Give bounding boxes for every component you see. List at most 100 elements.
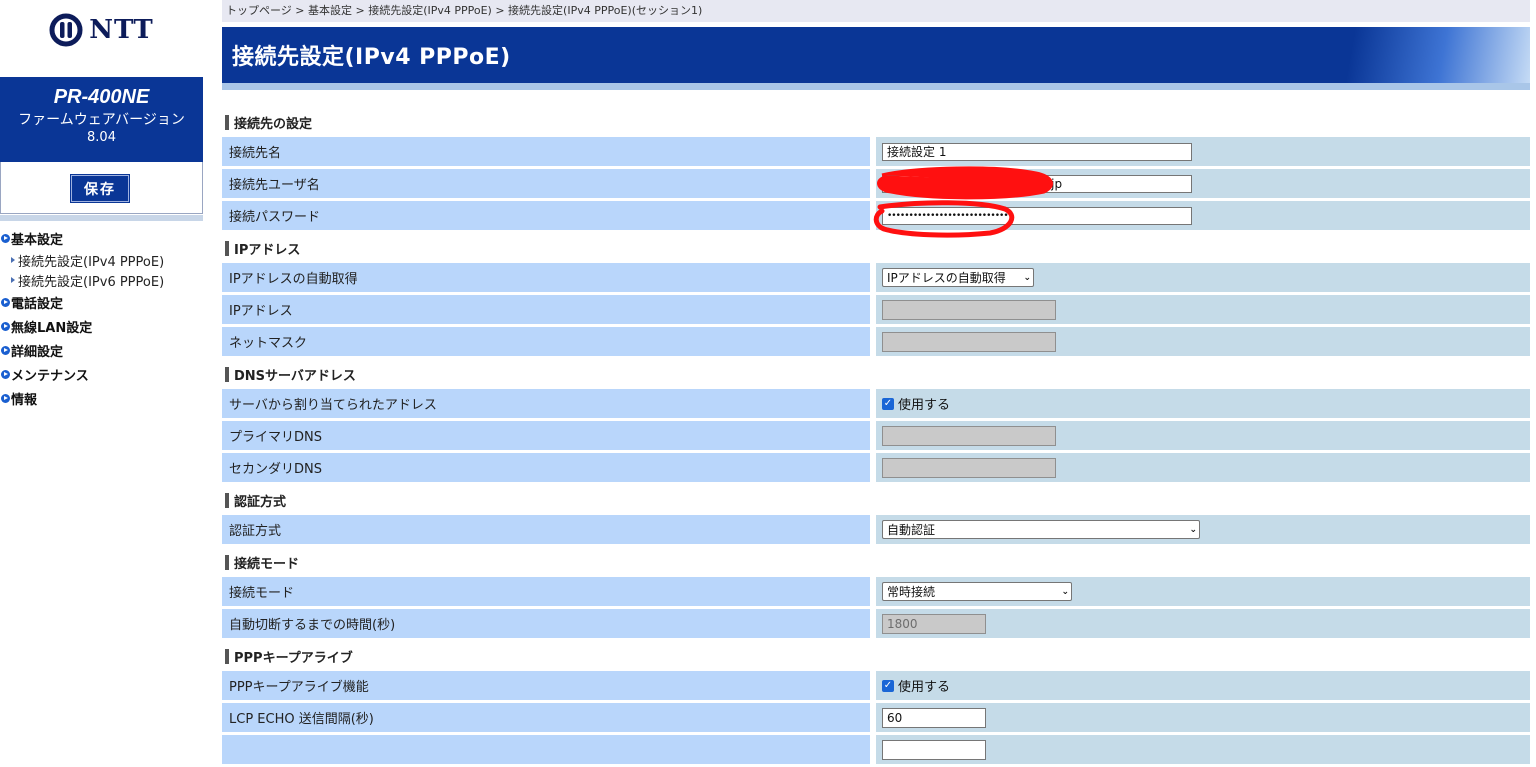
field-value: 自動認証 ⌄ [876, 515, 1530, 544]
checkmark-icon: ✓ [882, 397, 894, 410]
row-secondary-dns: セカンダリDNS [222, 453, 1530, 482]
arrow-circle-icon [1, 345, 10, 355]
partial-input[interactable] [882, 739, 986, 760]
select-value: IPアドレスの自動取得 [887, 271, 1006, 285]
ntt-logo-icon [49, 13, 83, 47]
arrow-circle-icon [1, 393, 10, 403]
ip-auto-select[interactable]: IPアドレスの自動取得 ⌄ [882, 268, 1034, 287]
section-title: DNSサーバアドレス [234, 368, 356, 384]
connection-mode-select[interactable]: 常時接続 ⌄ [882, 582, 1072, 601]
auto-disconnect-input[interactable]: 1800 [882, 613, 986, 634]
field-value: 1800 [876, 609, 1530, 638]
section-bar [225, 648, 229, 664]
chevron-down-icon: ⌄ [1061, 586, 1069, 597]
field-value [876, 327, 1530, 356]
checkmark-icon: ✓ [882, 679, 894, 692]
row-netmask: ネットマスク [222, 327, 1530, 356]
field-label: ネットマスク [222, 327, 870, 356]
nav-maintenance[interactable]: メンテナンス [0, 362, 203, 386]
sidebar: NTT PR-400NE ファームウェアバージョン 8.04 保存 基本設定 接… [0, 0, 203, 755]
nav-sub-label: 接続先設定(IPv4 PPPoE) [18, 254, 165, 270]
nav-label: 詳細設定 [11, 344, 64, 360]
section-bar [225, 492, 229, 508]
checkbox-label: 使用する [898, 398, 951, 413]
field-value: IPアドレスの自動取得 ⌄ [876, 263, 1530, 292]
nav-label: 電話設定 [11, 296, 64, 312]
lcp-echo-interval-input[interactable]: 60 [882, 707, 986, 728]
save-area: 保存 [0, 162, 203, 214]
triangle-right-icon [11, 257, 15, 263]
section-title: 接続モード [234, 556, 300, 572]
connection-user-input[interactable]: @sbb.ne.jp [882, 174, 1192, 193]
field-value [876, 453, 1530, 482]
title-bar: 接続先設定(IPv4 PPPoE) [222, 27, 1530, 83]
firmware-version: 8.04 [87, 130, 116, 145]
field-value: @sbb.ne.jp [876, 166, 1530, 200]
product-info: PR-400NE ファームウェアバージョン 8.04 [0, 77, 203, 162]
field-value: 常時接続 ⌄ [876, 577, 1530, 606]
field-label: 認証方式 [222, 515, 870, 544]
connection-password-input[interactable]: •••••••••••••••••••••••••••• [882, 206, 1192, 225]
section-connection-header: 接続先の設定 [222, 107, 1530, 137]
nav-ipv6-pppoe[interactable]: 接続先設定(IPv6 PPPoE) [0, 270, 203, 290]
row-connection-user: 接続先ユーザ名 @sbb.ne.jp [222, 166, 1530, 200]
breadcrumb: トップページ > 基本設定 > 接続先設定(IPv4 PPPoE) > 接続先設… [222, 0, 1530, 22]
section-title: 認証方式 [234, 494, 287, 510]
nav-basic-settings[interactable]: 基本設定 [0, 226, 203, 250]
chevron-down-icon: ⌄ [1023, 272, 1031, 283]
field-label: 接続先名 [222, 137, 870, 166]
arrow-circle-icon [1, 233, 10, 243]
ip-address-input[interactable] [882, 299, 1056, 320]
logo-text: NTT [89, 15, 154, 45]
nav-sub-label: 接続先設定(IPv6 PPPoE) [18, 274, 165, 290]
connection-name-input[interactable]: 接続設定 1 [882, 142, 1192, 161]
page-title: 接続先設定(IPv4 PPPoE) [232, 45, 511, 70]
select-value: 常時接続 [887, 585, 936, 599]
section-keepalive-header: PPPキープアライブ [222, 641, 1530, 671]
row-dns-assigned: サーバから割り当てられたアドレス ✓ 使用する [222, 389, 1530, 418]
field-label: IPアドレス [222, 295, 870, 324]
nav-ipv4-pppoe[interactable]: 接続先設定(IPv4 PPPoE) [0, 250, 203, 270]
section-title: IPアドレス [234, 242, 301, 258]
section-title: PPPキープアライブ [234, 650, 353, 666]
field-label: サーバから割り当てられたアドレス [222, 389, 870, 418]
settings-form: 接続先の設定 接続先名 接続設定 1 接続先ユーザ名 @sbb.ne.jp 接続… [222, 107, 1530, 767]
section-auth-header: 認証方式 [222, 485, 1530, 515]
secondary-dns-input[interactable] [882, 457, 1056, 478]
sidebar-nav: 基本設定 接続先設定(IPv4 PPPoE) 接続先設定(IPv6 PPPoE)… [0, 226, 203, 410]
field-label: 自動切断するまでの時間(秒) [222, 609, 870, 638]
nav-advanced-settings[interactable]: 詳細設定 [0, 338, 203, 362]
keepalive-checkbox[interactable]: ✓ 使用する [882, 676, 950, 695]
row-auth-method: 認証方式 自動認証 ⌄ [222, 515, 1530, 544]
arrow-circle-icon [1, 369, 10, 379]
ntt-logo: NTT [0, 0, 203, 60]
title-underline [222, 83, 1530, 90]
field-value: ✓ 使用する [876, 389, 1530, 418]
row-auto-disconnect: 自動切断するまでの時間(秒) 1800 [222, 609, 1530, 638]
arrow-circle-icon [1, 321, 10, 331]
dns-assigned-checkbox[interactable]: ✓ 使用する [882, 394, 950, 413]
field-value [876, 421, 1530, 450]
field-label: 接続パスワード [222, 201, 870, 230]
save-button[interactable]: 保存 [71, 175, 129, 202]
row-ip-auto: IPアドレスの自動取得 IPアドレスの自動取得 ⌄ [222, 263, 1530, 292]
auth-method-select[interactable]: 自動認証 ⌄ [882, 520, 1200, 539]
netmask-input[interactable] [882, 331, 1056, 352]
firmware-label: ファームウェアバージョン [18, 112, 185, 128]
checkbox-label: 使用する [898, 680, 951, 695]
field-value [876, 295, 1530, 324]
section-bar [225, 240, 229, 256]
row-keepalive-func: PPPキープアライブ機能 ✓ 使用する [222, 671, 1530, 700]
field-label: セカンダリDNS [222, 453, 870, 482]
primary-dns-input[interactable] [882, 425, 1056, 446]
product-name: PR-400NE [53, 86, 150, 108]
row-partial [222, 735, 1530, 764]
field-label: 接続先ユーザ名 [222, 169, 870, 198]
nav-phone-settings[interactable]: 電話設定 [0, 290, 203, 314]
section-bar [225, 366, 229, 382]
section-mode-header: 接続モード [222, 547, 1530, 577]
select-value: 自動認証 [887, 523, 936, 537]
field-label: 接続モード [222, 577, 870, 606]
nav-wireless-lan-settings[interactable]: 無線LAN設定 [0, 314, 203, 338]
nav-information[interactable]: 情報 [0, 386, 203, 410]
